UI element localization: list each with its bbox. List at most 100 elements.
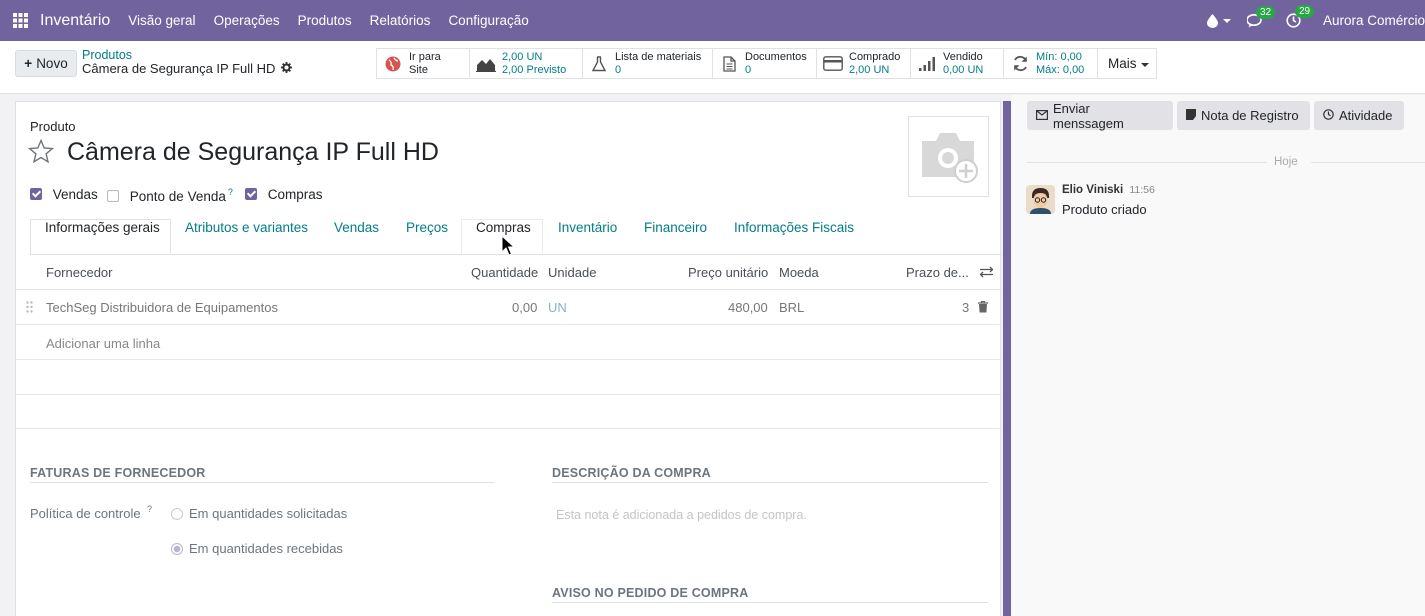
checkbox-compras[interactable]: Compras — [245, 187, 323, 202]
optional-columns-icon[interactable] — [979, 266, 994, 281]
col-preco-unitario[interactable]: Preço unitário — [688, 265, 768, 280]
more-button-label: Mais — [1108, 56, 1137, 71]
checkbox-pos[interactable]: Ponto de Venda? — [107, 187, 233, 204]
po-warning-title: AVISO NO PEDIDO DE COMPRA — [552, 586, 749, 600]
tab-informacoes-gerais[interactable]: Informações gerais — [45, 220, 160, 235]
message-header: Elio Viniski 11:56 — [1062, 184, 1155, 196]
smart-button-purchased[interactable]: Comprado 2,00 UN — [816, 48, 911, 79]
help-tooltip-icon[interactable]: ? — [228, 187, 233, 197]
star-favorite-icon[interactable] — [27, 138, 55, 167]
menu-operacoes[interactable]: Operações — [214, 13, 280, 28]
company-switcher[interactable]: Aurora Comércio — [1323, 13, 1425, 28]
col-unidade[interactable]: Unidade — [548, 265, 596, 280]
bom-label: Lista de materiais — [615, 50, 702, 63]
radio-ordered-circle[interactable] — [171, 508, 183, 520]
app-name[interactable]: Inventário — [40, 12, 110, 30]
website-line2: Site — [409, 63, 428, 76]
radio-received-circle[interactable] — [171, 543, 183, 555]
vendor-bills-title: FATURAS DE FORNECEDOR — [30, 466, 206, 480]
message-author[interactable]: Elio Viniski — [1062, 184, 1123, 196]
menu-configuracao[interactable]: Configuração — [448, 13, 528, 28]
product-name-field[interactable]: Câmera de Segurança IP Full HD — [67, 138, 439, 167]
avatar[interactable] — [1026, 185, 1055, 214]
col-moeda[interactable]: Moeda — [779, 265, 819, 280]
table-header-divider — [16, 289, 1002, 290]
col-quantidade[interactable]: Quantidade — [471, 265, 538, 280]
signal-icon — [917, 56, 937, 72]
table-row-divider-3 — [16, 394, 1002, 395]
purchase-description-input[interactable]: Esta nota é adicionada a pedidos de comp… — [556, 508, 807, 522]
form-scrollbar[interactable] — [1003, 101, 1011, 616]
smart-button-reordering[interactable]: Mín: 0,00 Máx: 0,00 — [1003, 48, 1098, 79]
camera-plus-icon — [918, 127, 980, 186]
menu-produtos[interactable]: Produtos — [298, 13, 352, 28]
checkbox-pos-box[interactable] — [107, 189, 119, 202]
date-separator: Hoje — [1274, 156, 1298, 168]
checkbox-compras-label: Compras — [267, 187, 323, 202]
debug-drop-icon[interactable] — [1206, 13, 1231, 28]
tab-financeiro[interactable]: Financeiro — [644, 220, 707, 235]
drag-handle-icon[interactable] — [26, 301, 33, 316]
apps-menu-icon[interactable] — [0, 0, 40, 41]
smart-button-website[interactable]: Ir para Site — [376, 48, 470, 79]
tab-precos[interactable]: Preços — [406, 220, 448, 235]
cell-delay[interactable]: 3 — [962, 300, 969, 315]
min-value: Mín: 0,00 — [1036, 50, 1082, 63]
messages-icon[interactable]: 32 — [1246, 5, 1276, 28]
date-divider-left — [1027, 162, 1267, 163]
tab-compras[interactable]: Compras — [476, 220, 531, 235]
activity-button[interactable]: Atividade — [1314, 101, 1404, 130]
checkbox-vendas-box[interactable] — [30, 188, 42, 200]
messages-badge: 32 — [1255, 5, 1276, 19]
col-prazo[interactable]: Prazo de... — [906, 265, 969, 280]
cell-unit-price[interactable]: 480,00 — [728, 300, 768, 315]
col-fornecedor[interactable]: Fornecedor — [46, 265, 112, 280]
message-body: Produto criado — [1062, 202, 1147, 217]
radio-ordered-quantities[interactable]: Em quantidades solicitadas — [171, 506, 347, 521]
cell-quantity[interactable]: 0,00 — [512, 300, 537, 315]
tab-inventario[interactable]: Inventário — [558, 220, 617, 235]
tab-informacoes-fiscais[interactable]: Informações Fiscais — [734, 220, 854, 235]
clock-icon — [1323, 108, 1334, 123]
more-button[interactable]: Mais — [1097, 48, 1157, 79]
activities-clock-icon[interactable]: 29 — [1286, 5, 1315, 28]
control-panel: + Novo Produtos Câmera de Segurança IP F… — [0, 41, 1425, 94]
table-row-divider — [16, 324, 1002, 325]
bom-count: 0 — [615, 63, 622, 76]
cell-vendor[interactable]: TechSeg Distribuidora de Equipamentos — [46, 300, 278, 315]
menu-visao-geral[interactable]: Visão geral — [128, 13, 195, 28]
breadcrumb-produtos[interactable]: Produtos — [82, 48, 292, 62]
caret-down-icon — [1140, 56, 1149, 71]
smart-button-documents[interactable]: Documentos 0 — [712, 48, 817, 79]
send-message-button[interactable]: Enviar menssagem — [1027, 101, 1173, 131]
gear-icon[interactable] — [281, 62, 293, 76]
globe-icon — [383, 56, 403, 72]
forecast-value: 2,00 — [502, 63, 524, 76]
section-divider-right — [552, 482, 988, 483]
log-note-button[interactable]: Nota de Registro — [1177, 101, 1310, 130]
tab-vendas[interactable]: Vendas — [334, 220, 379, 235]
cell-currency[interactable]: BRL — [779, 300, 804, 315]
checkbox-vendas[interactable]: Vendas — [30, 187, 98, 202]
add-line-link[interactable]: Adicionar uma linha — [46, 336, 160, 351]
smart-button-forecast[interactable]: 2,00 UN 2,00 Previsto — [469, 48, 583, 79]
cell-unit[interactable]: UN — [548, 300, 567, 315]
tab-atributos-variantes[interactable]: Atributos e variantes — [185, 220, 308, 235]
menu-relatorios[interactable]: Relatórios — [370, 13, 431, 28]
smart-button-sold[interactable]: Vendido 0,00 UN — [910, 48, 1004, 79]
product-label: Produto — [30, 119, 76, 134]
product-image-upload[interactable] — [908, 116, 989, 197]
website-line1: Ir para — [409, 50, 441, 63]
radio-received-quantities[interactable]: Em quantidades recebidas — [171, 541, 343, 556]
purchase-description-title: DESCRIÇÃO DA COMPRA — [552, 466, 711, 480]
new-button[interactable]: + Novo — [15, 50, 77, 77]
section-divider-left — [30, 482, 494, 483]
max-value: Máx: 0,00 — [1036, 63, 1085, 76]
form-sheet: Produto Câmera de Segurança IP Full HD V… — [15, 101, 1002, 616]
sold-value: 0,00 UN — [943, 63, 984, 76]
smart-button-bom[interactable]: Lista de materiais 0 — [582, 48, 713, 79]
checkbox-pos-label: Ponto de Venda — [129, 188, 226, 204]
checkbox-compras-box[interactable] — [245, 188, 257, 200]
trash-icon[interactable] — [978, 300, 988, 316]
control-policy-help-icon[interactable]: ? — [147, 504, 152, 514]
